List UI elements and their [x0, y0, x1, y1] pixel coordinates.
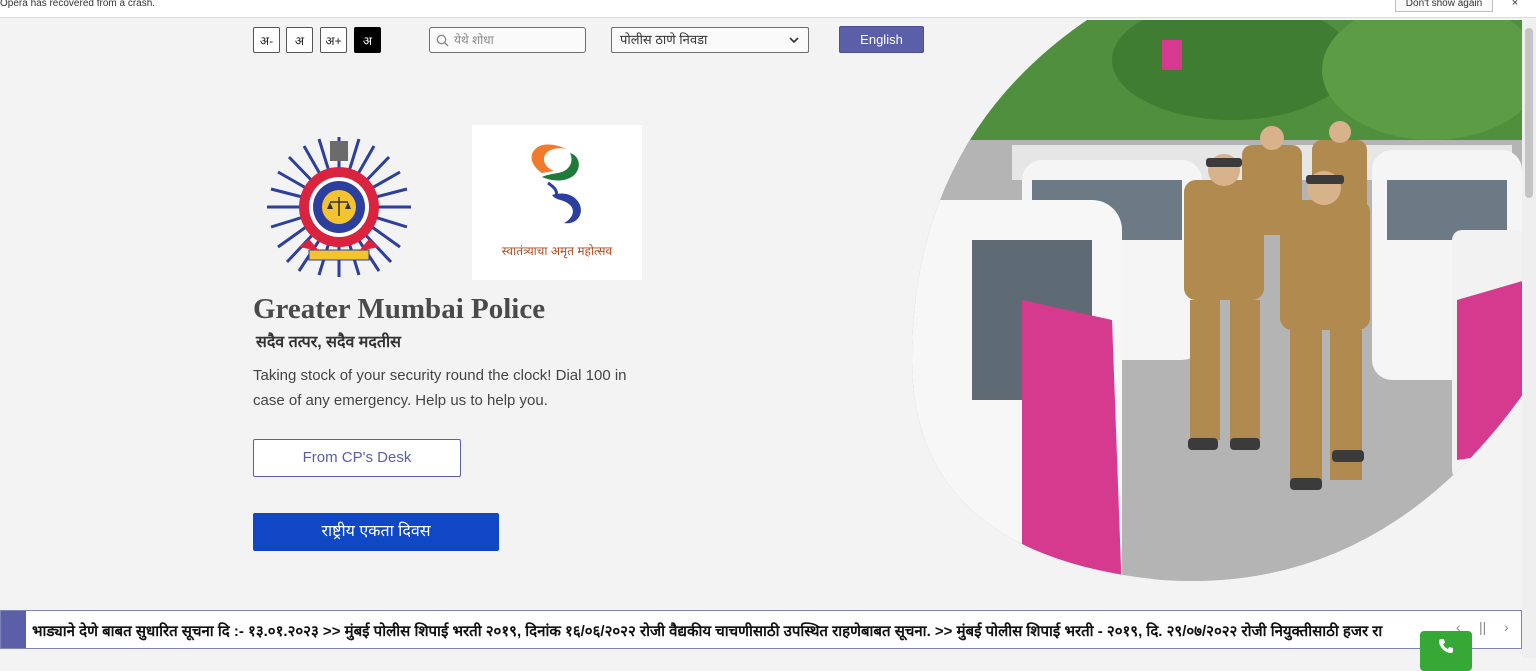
- search-box[interactable]: [429, 27, 586, 53]
- ticker-pause-button[interactable]: ||: [1479, 619, 1486, 635]
- font-decrease-button[interactable]: अ-: [253, 27, 280, 53]
- azadi-amrit-mahotsav-logo: स्वातंत्र्याचा अमृत महोत्सव: [472, 125, 642, 280]
- page-title: Greater Mumbai Police: [253, 293, 546, 325]
- crash-notice-bar: Opera has recovered from a crash. Don't …: [0, 0, 1536, 18]
- ticker-text[interactable]: भाड्याने देणे बाबत सुधारित सूचना दि :- १…: [32, 621, 1448, 641]
- ticker-label-tab: [1, 611, 26, 648]
- ticker-next-button[interactable]: ›: [1504, 619, 1509, 635]
- page-scrollbar[interactable]: [1522, 20, 1536, 658]
- font-normal-button[interactable]: अ: [286, 27, 313, 53]
- hero-photo-police-parade: [912, 20, 1526, 582]
- search-input[interactable]: [452, 32, 574, 48]
- police-station-select[interactable]: पोलीस ठाणे निवडा: [611, 27, 809, 53]
- crash-notice-text: Opera has recovered from a crash.: [0, 0, 156, 9]
- tricolor-emblem: [531, 144, 581, 224]
- high-contrast-button[interactable]: अ: [354, 27, 381, 53]
- motto-text: सदैव तत्पर, सदैव मदतीस: [256, 334, 401, 351]
- phone-icon: [1439, 639, 1453, 653]
- azadi-caption: स्वातंत्र्याचा अमृत महोत्सव: [501, 244, 613, 258]
- national-unity-day-button[interactable]: राष्ट्रीय एकता दिवस: [253, 513, 499, 551]
- chevron-down-icon: [789, 37, 799, 44]
- news-ticker: भाड्याने देणे बाबत सुधारित सूचना दि :- १…: [0, 610, 1522, 649]
- tagline-text: Taking stock of your security round the …: [253, 367, 627, 409]
- close-icon[interactable]: ×: [1509, 0, 1521, 9]
- scrollbar-thumb[interactable]: [1525, 28, 1533, 198]
- dont-show-again-button[interactable]: Don't show again: [1395, 0, 1493, 12]
- cp-desk-button[interactable]: From CP's Desk: [253, 439, 461, 477]
- search-icon: [436, 34, 449, 46]
- mumbai-police-emblem: [267, 137, 411, 277]
- police-station-select-value: पोलीस ठाणे निवडा: [620, 32, 708, 47]
- font-increase-button[interactable]: अ+: [320, 27, 347, 53]
- call-button[interactable]: [1420, 631, 1472, 671]
